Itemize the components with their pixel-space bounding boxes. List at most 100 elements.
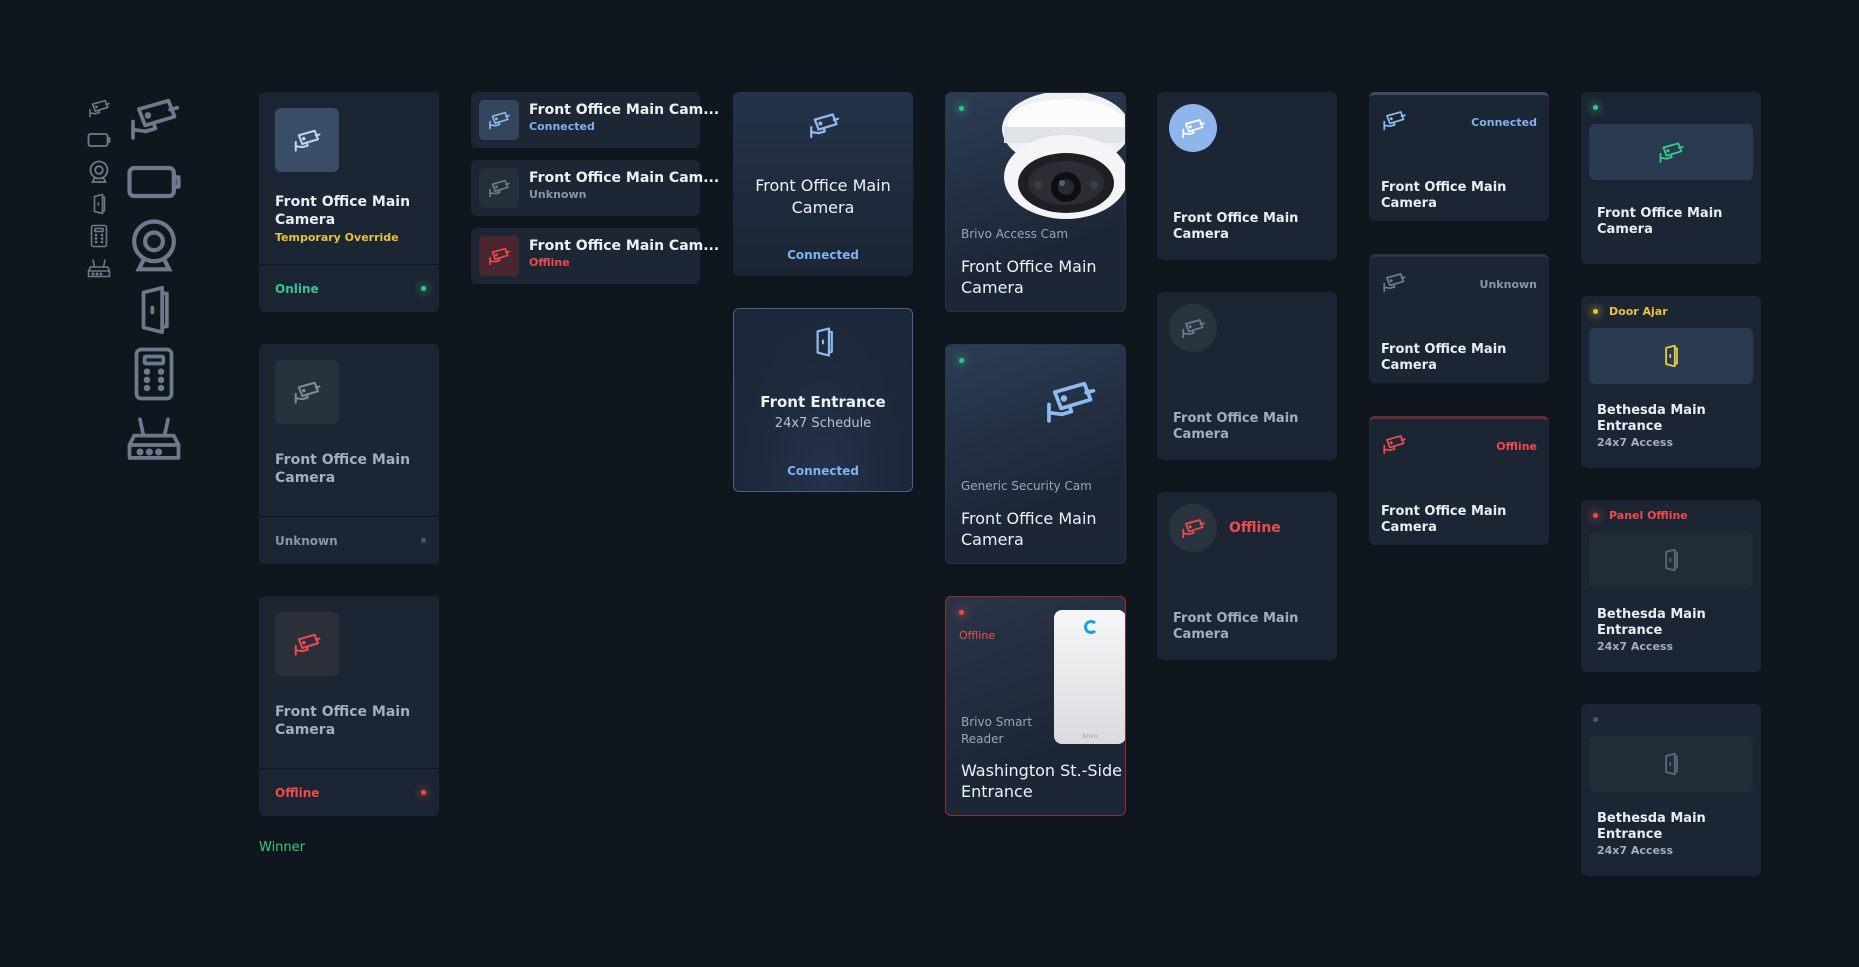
status-dot <box>421 538 426 543</box>
camera-icon-circle <box>1169 304 1217 352</box>
camera-icon-circle <box>1169 104 1217 152</box>
status-label: Offline <box>529 256 570 269</box>
status-label: Offline <box>1496 440 1537 453</box>
router-icon <box>126 410 182 466</box>
device-name: Front Office Main Camera <box>1173 211 1299 242</box>
device-name: Front Office Main Camera <box>755 176 891 217</box>
camera-icon <box>807 108 841 142</box>
door-name: Bethesda Main Entrance <box>1597 811 1706 842</box>
camera-icon <box>487 244 511 268</box>
status-dot <box>959 358 964 363</box>
camera-card-circle-offline[interactable]: Offline Front Office Main Camera <box>1157 492 1337 660</box>
door-name: Bethesda Main Entrance <box>1597 403 1706 434</box>
brivo-smart-reader-card[interactable]: Offline brivo Brivo Smart Reader Washing… <box>945 596 1126 816</box>
camera-icon <box>292 125 322 155</box>
camera-icon <box>292 629 322 659</box>
door-icon <box>1658 343 1684 369</box>
device-name: Front Office Main Camera <box>1381 180 1507 211</box>
door-icon <box>87 192 111 216</box>
status-label: Connected <box>787 464 859 478</box>
status-dot <box>959 610 964 615</box>
camera-card-offline[interactable]: Front Office Main Camera Offline <box>259 596 439 816</box>
status-label: Unknown <box>275 534 338 548</box>
camera-card-connected[interactable]: Front Office Main Camera Connected <box>733 92 913 276</box>
device-name: Front Office Main Camera <box>275 704 411 738</box>
camera-icon-circle <box>1169 504 1217 552</box>
divider <box>259 516 439 517</box>
device-name: Washington St.-Side Entrance <box>961 761 1122 801</box>
camera-icon <box>487 108 511 132</box>
camera-card-online[interactable]: Front Office Main Camera Temporary Overr… <box>259 92 439 312</box>
brivo-logo-icon <box>1084 620 1098 634</box>
keypad-icon <box>126 346 182 402</box>
status-dot <box>959 106 964 111</box>
router-icon <box>87 256 111 280</box>
camera-icon <box>1381 107 1407 133</box>
status-dot <box>1593 309 1598 314</box>
device-name: Front Office Main Camera <box>961 509 1097 549</box>
camera-icon <box>87 96 111 120</box>
door-icon <box>807 325 841 359</box>
device-name: Front Office Main Camera <box>275 452 411 486</box>
status-label: Offline <box>275 786 320 800</box>
camera-icon-tile <box>275 612 339 676</box>
access-schedule: 24x7 Access <box>1597 640 1673 653</box>
door-icon <box>1658 547 1684 573</box>
schedule-label: 24x7 Schedule <box>774 416 872 431</box>
dome-camera-image <box>1002 93 1125 219</box>
camera-icon <box>1180 515 1206 541</box>
door-icon-banner <box>1589 532 1753 588</box>
device-name: Front Office Main Camera <box>961 257 1097 297</box>
camera-card-circle-connected[interactable]: Front Office Main Camera <box>1157 92 1337 260</box>
device-name: Front Office Main Camera <box>1597 206 1723 237</box>
camera-row-offline[interactable]: Front Office Main Cam... Offline <box>471 228 719 284</box>
camera-card-circle-unknown[interactable]: Front Office Main Camera <box>1157 292 1337 460</box>
access-schedule: 24x7 Access <box>1597 844 1673 857</box>
camera-card-bar-offline[interactable]: Offline Front Office Main Camera <box>1369 416 1549 545</box>
generic-security-cam-card[interactable]: Generic Security Cam Front Office Main C… <box>945 344 1126 564</box>
status-label: Panel Offline <box>1609 509 1688 522</box>
status-dot <box>421 286 426 291</box>
camera-icon <box>1381 269 1407 295</box>
status-label: Connected <box>529 120 595 133</box>
winner-label: Winner <box>259 840 306 855</box>
status-label: Unknown <box>529 188 587 201</box>
door-card-unknown[interactable]: Bethesda Main Entrance 24x7 Access <box>1581 704 1761 876</box>
door-icon <box>126 282 182 338</box>
camera-row-connected[interactable]: Front Office Main Cam... Connected <box>471 92 719 148</box>
status-label: Online <box>275 282 319 296</box>
camera-card-bar-connected[interactable]: Connected Front Office Main Camera <box>1369 92 1549 221</box>
status-label: Connected <box>1471 116 1537 129</box>
smart-reader-image: brivo <box>1054 610 1125 744</box>
device-name: Front Office Main Camera <box>1381 342 1507 373</box>
door-card-panel-offline[interactable]: Panel Offline Bethesda Main Entrance 24x… <box>1581 500 1761 672</box>
battery-icon <box>87 128 111 152</box>
camera-card-unknown[interactable]: Front Office Main Camera Unknown <box>259 344 439 564</box>
door-card-ajar[interactable]: Door Ajar Bethesda Main Entrance 24x7 Ac… <box>1581 296 1761 468</box>
camera-icon <box>126 90 182 146</box>
camera-icon-tile <box>479 168 519 208</box>
camera-icon <box>487 176 511 200</box>
camera-icon <box>1180 115 1206 141</box>
door-card-connected[interactable]: Front Entrance 24x7 Schedule Connected <box>733 308 913 492</box>
camera-icon <box>1042 373 1098 429</box>
webcam-icon <box>87 160 111 184</box>
device-logo-text: brivo <box>1082 733 1098 740</box>
door-icon <box>1658 751 1684 777</box>
camera-icon <box>1381 431 1407 457</box>
status-dot <box>1593 513 1598 518</box>
brivo-access-cam-card[interactable]: Brivo Access Cam Front Office Main Camer… <box>945 92 1126 312</box>
camera-row-unknown[interactable]: Front Office Main Cam... Unknown <box>471 160 719 216</box>
product-label: Brivo Access Cam <box>961 227 1069 241</box>
camera-card-bar-unknown[interactable]: Unknown Front Office Main Camera <box>1369 254 1549 383</box>
camera-icon-tile <box>479 100 519 140</box>
door-name: Front Entrance <box>760 393 886 411</box>
product-label: Generic Security Cam <box>961 479 1092 493</box>
device-name: Front Office Main Cam... <box>529 170 720 186</box>
status-label: Offline <box>1229 520 1281 536</box>
divider <box>259 768 439 769</box>
camera-icon-tile <box>479 236 519 276</box>
status-dot <box>421 790 426 795</box>
camera-card-tile-online[interactable]: Front Office Main Camera <box>1581 92 1761 264</box>
door-name: Bethesda Main Entrance <box>1597 607 1706 638</box>
